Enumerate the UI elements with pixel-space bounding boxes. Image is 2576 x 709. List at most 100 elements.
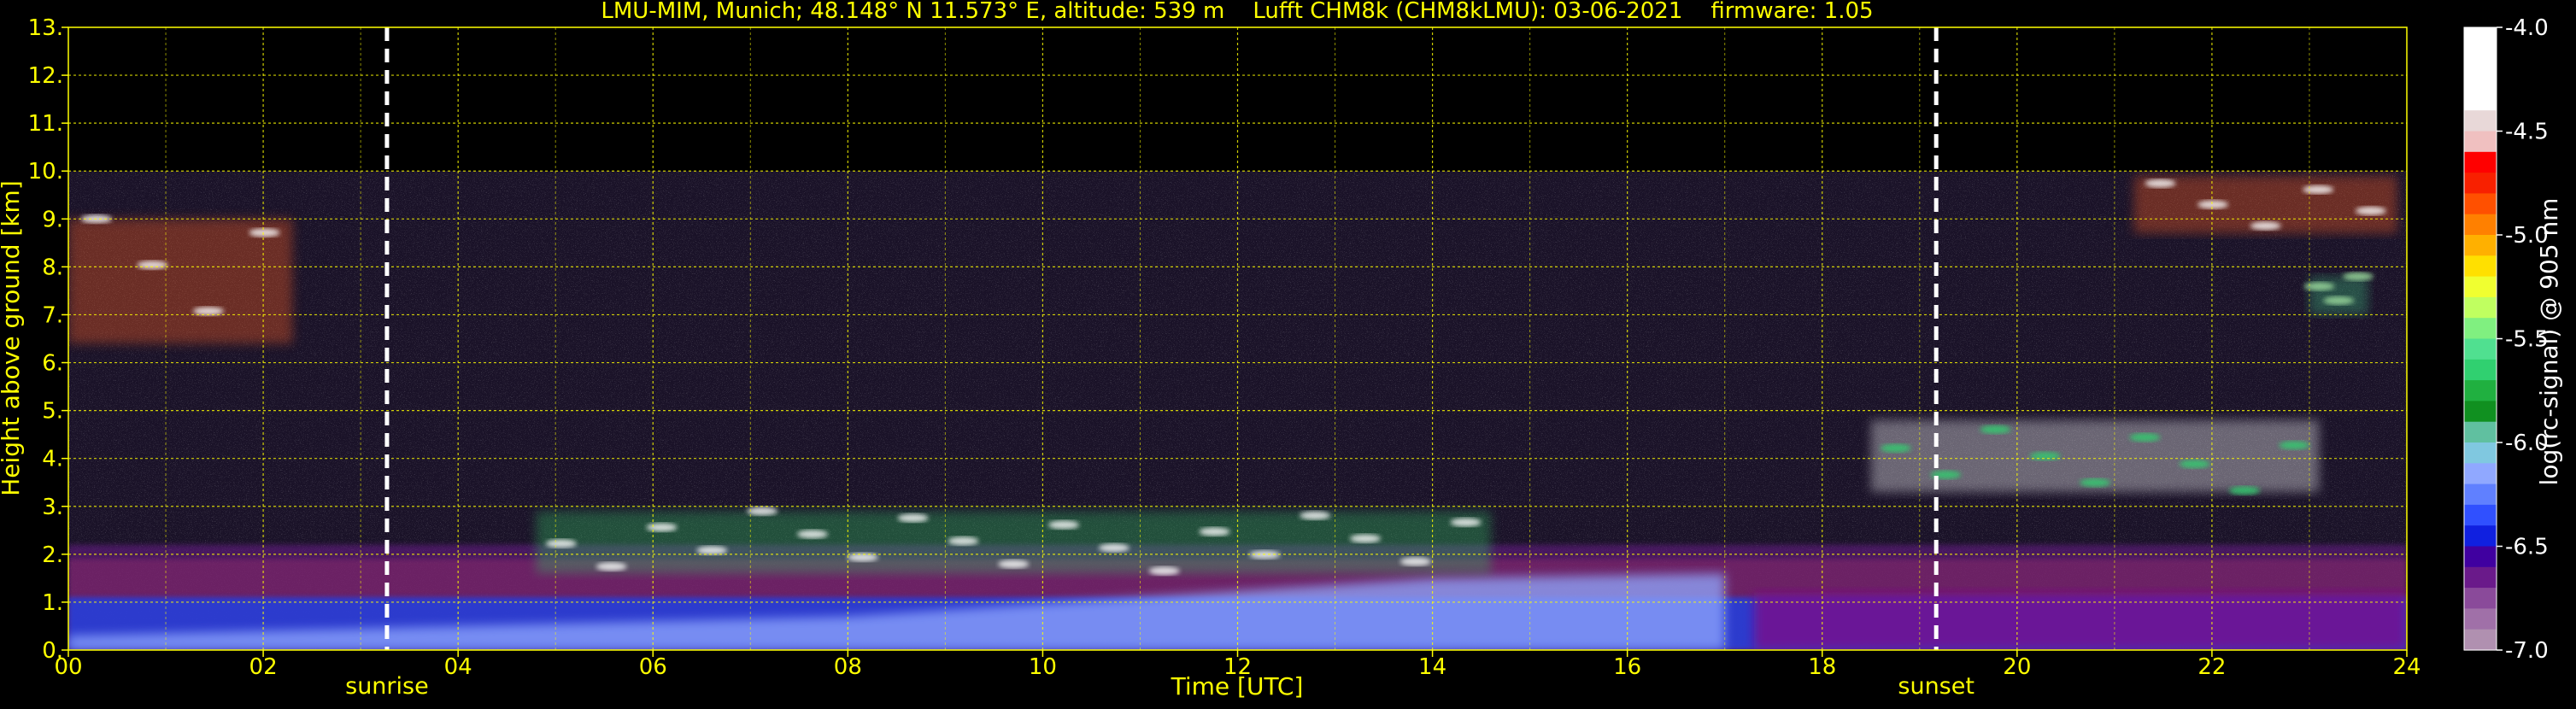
feature-blob	[1450, 518, 1482, 527]
y-tick-label: 6.	[42, 351, 63, 377]
feature-blob	[1148, 566, 1180, 576]
x-tick-label: 10	[1029, 654, 1057, 680]
y-tick-label: 0.	[42, 638, 63, 664]
feature-cirrus	[68, 219, 293, 344]
colorbar-segment	[2464, 110, 2497, 132]
feature-blob	[696, 546, 728, 555]
colorbar-segment	[2464, 151, 2497, 173]
colorbar-segment	[2464, 401, 2497, 423]
ceilometer-plot: LMU-MIM, Munich; 48.148° N 11.573° E, al…	[0, 0, 2576, 706]
x-tick-label: 24	[2392, 654, 2421, 680]
x-axis-label: Time [UTC]	[1171, 672, 1304, 700]
feature-blob	[2198, 200, 2229, 209]
x-tick-label: 06	[639, 654, 667, 680]
residual-layer	[1753, 592, 2407, 650]
feature-blob	[2080, 478, 2111, 488]
colorbar-segment	[2464, 338, 2497, 360]
colorbar-segment	[2464, 359, 2497, 381]
marker-labels: sunrise sunset	[345, 673, 1975, 700]
colorbar-segment	[2464, 296, 2497, 319]
x-tick-label: 08	[834, 654, 862, 680]
feature-blob	[2145, 179, 2176, 188]
y-tick-label: 11.	[28, 111, 63, 137]
y-tick-label: 7.	[42, 302, 63, 328]
feature-blob	[2303, 282, 2335, 291]
y-tick-label: 1.	[42, 590, 63, 616]
chart-title: LMU-MIM, Munich; 48.148° N 11.573° E, al…	[601, 0, 1873, 24]
feature-blob	[2179, 460, 2210, 469]
colorbar-segment	[2464, 214, 2497, 236]
colorbar-segment	[2464, 318, 2497, 340]
feature-blob	[646, 523, 678, 532]
y-tick-label: 9.	[42, 207, 63, 232]
x-tick-label: 22	[2198, 654, 2226, 680]
feature-blob	[1098, 543, 1130, 553]
feature-blob	[2323, 296, 2355, 305]
feature-blob	[998, 560, 1030, 569]
x-tick-label: 20	[2003, 654, 2031, 680]
y-tick-label: 8.	[42, 255, 63, 280]
feature-blob	[137, 261, 168, 270]
y-axis-label: Height above ground [km]	[0, 180, 25, 496]
feature-blob	[1980, 425, 2011, 434]
feature-blob	[2228, 486, 2260, 495]
feature-blob	[2129, 433, 2161, 442]
sunset-label: sunset	[1898, 673, 1975, 700]
feature-blob	[2303, 185, 2334, 194]
feature-blob	[2250, 221, 2281, 231]
colorbar-segment	[2464, 442, 2497, 464]
x-tick-label: 04	[444, 654, 472, 680]
y-tick-label: 4.	[42, 447, 63, 472]
colorbar-segment	[2464, 89, 2497, 111]
colorbar-segment	[2464, 566, 2497, 589]
colorbar-tick-label: -4.5	[2505, 120, 2549, 145]
colorbar-segment	[2464, 421, 2497, 443]
feature-blob	[2355, 206, 2386, 215]
feature-blob	[1349, 534, 1381, 543]
feature-blob	[2279, 441, 2310, 450]
x-tick-label: 18	[1808, 654, 1836, 680]
feature-blob	[1048, 520, 1080, 530]
feature-blob	[1399, 557, 1431, 566]
colorbar-segment	[2464, 588, 2497, 609]
colorbar-tick-label: -6.5	[2505, 535, 2549, 560]
x-tick-label: 16	[1613, 654, 1641, 680]
feature-blob	[796, 530, 828, 539]
feature-blob	[249, 228, 280, 237]
feature-blob	[747, 507, 778, 516]
feature-blob	[1300, 511, 1331, 520]
colorbar-segment	[2464, 504, 2497, 526]
colorbar-label: log(rc-signal) @ 905 nm	[2535, 198, 2563, 486]
y-tick-label: 2.	[42, 542, 63, 568]
backscatter-chart: LMU-MIM, Munich; 48.148° N 11.573° E, al…	[0, 0, 2563, 700]
feature-blob	[1880, 443, 1911, 453]
y-tick-label: 3.	[42, 495, 63, 520]
colorbar-segment	[2464, 131, 2497, 153]
y-tick-label: 13.	[28, 15, 63, 41]
colorbar-tick-label: -4.0	[2505, 15, 2549, 41]
colorbar-segment	[2464, 276, 2497, 298]
sunrise-label: sunrise	[345, 673, 429, 700]
colorbar-segment	[2464, 629, 2497, 651]
feature-blob	[192, 307, 224, 316]
feature-blob	[596, 562, 627, 571]
colorbar-segment	[2464, 525, 2497, 548]
colorbar-segment	[2464, 380, 2497, 401]
colorbar-tick-label: -7.0	[2505, 638, 2549, 664]
colorbar-segment	[2464, 68, 2497, 91]
feature-blob	[1199, 527, 1230, 536]
colorbar-segment	[2464, 463, 2497, 485]
feature-blob	[545, 539, 577, 548]
colorbar-segment	[2464, 483, 2497, 506]
x-tick-label: 14	[1418, 654, 1446, 680]
colorbar-segment	[2464, 608, 2497, 630]
plot-area	[68, 27, 2407, 650]
feature-blob	[948, 536, 979, 546]
colorbar-segment	[2464, 255, 2497, 278]
feature-blob	[2342, 272, 2374, 281]
y-axis: 0. 1. 2. 3. 4. 5. 6. 7. 8. 9. 10. 11. 12. 13.	[28, 15, 68, 664]
y-tick-label: 12.	[28, 63, 63, 89]
y-tick-label: 5.	[42, 399, 63, 425]
feature-blob	[897, 513, 929, 523]
colorbar-segment	[2464, 546, 2497, 568]
